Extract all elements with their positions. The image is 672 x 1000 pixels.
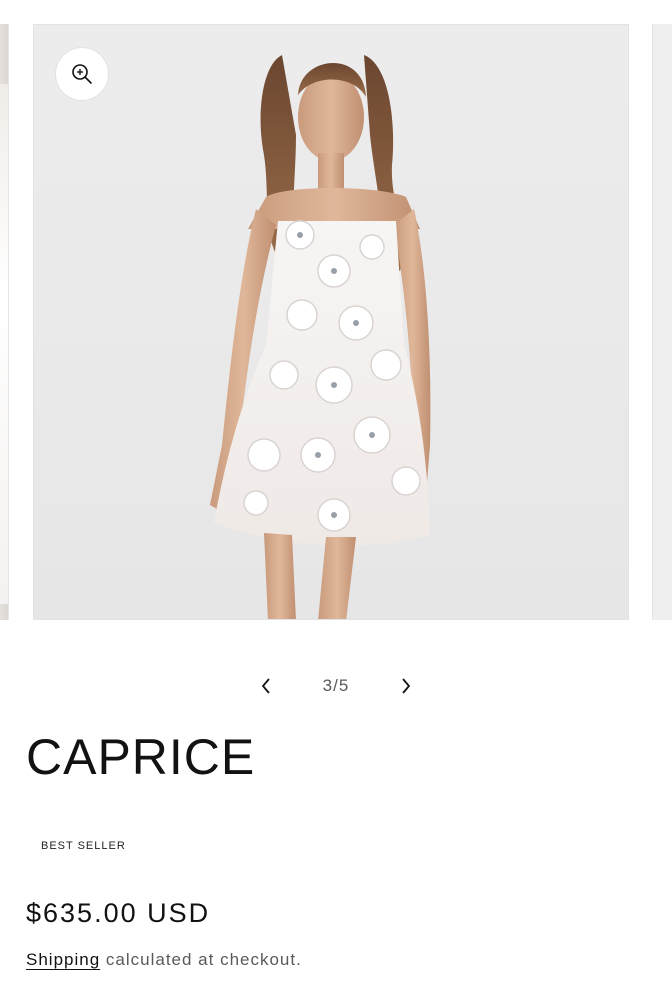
best-seller-badge: BEST SELLER xyxy=(41,840,126,852)
previous-slide-peek[interactable] xyxy=(0,24,9,620)
previous-slide-image xyxy=(0,84,8,604)
chevron-right-icon xyxy=(402,678,411,694)
zoom-button[interactable] xyxy=(56,48,108,100)
next-slide-peek[interactable] xyxy=(652,24,672,620)
chevron-left-icon xyxy=(261,678,270,694)
product-photo xyxy=(210,55,431,619)
previous-slide-button[interactable] xyxy=(248,668,284,704)
next-slide-button[interactable] xyxy=(388,668,424,704)
product-title: CAPRICE xyxy=(26,729,256,785)
product-media-gallery xyxy=(0,0,672,640)
product-price: $635.00 USD xyxy=(26,898,211,928)
slider-pagination: 3/5 xyxy=(0,668,672,704)
shipping-note: Shipping calculated at checkout. xyxy=(26,950,302,970)
shipping-policy-link[interactable]: Shipping xyxy=(26,950,100,969)
product-image-slide[interactable] xyxy=(33,24,629,620)
shipping-note-text: calculated at checkout. xyxy=(100,950,302,969)
slide-counter: 3/5 xyxy=(322,676,350,695)
zoom-in-icon xyxy=(72,64,92,84)
